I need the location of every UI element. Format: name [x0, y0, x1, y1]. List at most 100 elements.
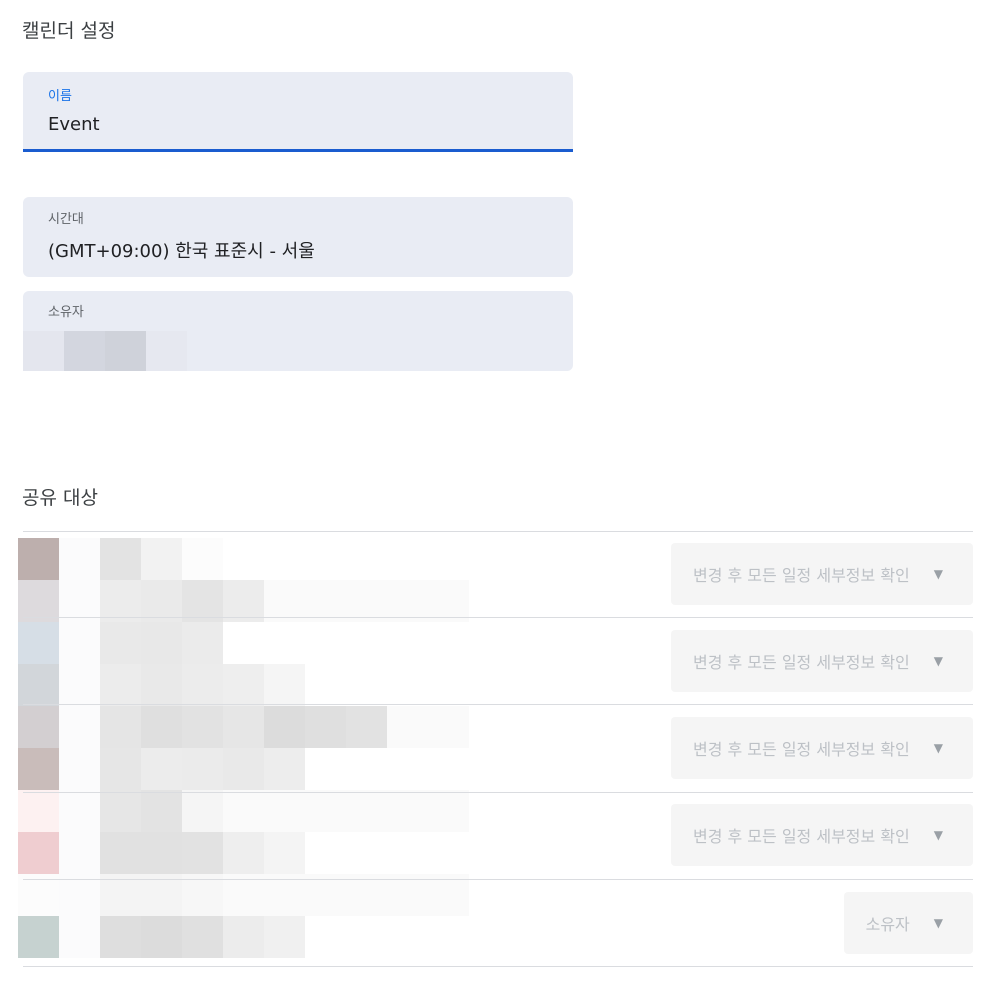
divider	[23, 966, 973, 967]
redacted-pixel	[18, 748, 59, 790]
divider	[23, 879, 973, 880]
caret-down-icon: ▼	[933, 916, 943, 930]
redacted-pixel	[100, 748, 141, 790]
caret-down-icon: ▼	[933, 741, 943, 755]
redacted-pixel	[18, 832, 59, 874]
calendar-settings-title: 캘린더 설정	[22, 20, 116, 42]
permission-label: 변경 후 모든 일정 세부정보 확인	[692, 653, 910, 672]
redacted-pixel	[346, 706, 387, 748]
permission-label: 변경 후 모든 일정 세부정보 확인	[692, 827, 910, 846]
permission-dropdown[interactable]: 변경 후 모든 일정 세부정보 확인 ▼	[670, 804, 973, 866]
redacted-pixel	[387, 580, 428, 622]
redacted-pixel	[182, 622, 223, 664]
redacted-pixel	[100, 874, 141, 916]
redacted-pixel	[18, 706, 59, 748]
redacted-pixel	[100, 580, 141, 622]
redacted-pixel	[182, 916, 223, 958]
timezone-label: 시간대	[48, 212, 84, 227]
redacted-pixel	[100, 664, 141, 706]
caret-down-icon: ▼	[933, 828, 943, 842]
redacted-pixel	[223, 580, 264, 622]
redacted-pixel	[100, 832, 141, 874]
redacted-pixel	[18, 790, 59, 832]
redacted-pixel	[141, 622, 182, 664]
owner-label: 소유자	[48, 305, 84, 320]
redacted-pixel	[141, 748, 182, 790]
redacted-pixel	[141, 874, 182, 916]
redacted-pixel	[182, 580, 223, 622]
redacted-pixel	[59, 706, 100, 748]
redacted-pixel	[305, 790, 346, 832]
redacted-pixel	[305, 706, 346, 748]
redacted-pixel	[141, 538, 182, 580]
divider	[23, 617, 973, 618]
redacted-pixel	[59, 538, 100, 580]
redacted-pixel	[18, 664, 59, 706]
redacted-pixel	[18, 538, 59, 580]
permission-dropdown[interactable]: 변경 후 모든 일정 세부정보 확인 ▼	[670, 717, 973, 779]
redacted-pixel	[59, 832, 100, 874]
redacted-pixel	[428, 706, 469, 748]
permission-label: 소유자	[865, 915, 910, 934]
name-label: 이름	[48, 89, 72, 104]
redacted-pixel	[223, 706, 264, 748]
permission-label: 변경 후 모든 일정 세부정보 확인	[692, 566, 910, 585]
redacted-pixel	[59, 790, 100, 832]
redacted-pixel	[100, 622, 141, 664]
redacted-pixel	[264, 790, 305, 832]
redacted-pixel	[141, 706, 182, 748]
permission-dropdown[interactable]: 변경 후 모든 일정 세부정보 확인 ▼	[670, 543, 973, 605]
redacted-pixel	[59, 874, 100, 916]
redacted-pixel	[18, 622, 59, 664]
divider	[23, 792, 973, 793]
redacted-pixel	[182, 664, 223, 706]
redacted-pixel	[59, 748, 100, 790]
redacted-pixel	[264, 580, 305, 622]
timezone-select[interactable]: 시간대 (GMT+09:00) 한국 표준시 - 서울	[23, 197, 573, 277]
redacted-pixel	[18, 580, 59, 622]
owner-field: 소유자	[23, 291, 573, 371]
name-field[interactable]: 이름 Event	[23, 72, 573, 152]
redacted-pixel	[305, 580, 346, 622]
redacted-pixel	[182, 748, 223, 790]
redacted-pixel	[141, 664, 182, 706]
redacted-pixel	[100, 790, 141, 832]
redacted-pixel	[223, 832, 264, 874]
redacted-pixel	[264, 664, 305, 706]
redacted-pixel	[387, 790, 428, 832]
shared-with-title: 공유 대상	[22, 487, 98, 509]
caret-down-icon: ▼	[933, 654, 943, 668]
redacted-pixel	[182, 832, 223, 874]
divider	[23, 531, 973, 532]
redacted-pixel	[100, 538, 141, 580]
redacted-pixel	[59, 916, 100, 958]
redacted-pixel	[141, 790, 182, 832]
redacted-pixel	[346, 790, 387, 832]
redacted-pixel	[182, 706, 223, 748]
redacted-pixel	[264, 748, 305, 790]
redacted-pixel	[346, 874, 387, 916]
redacted-pixel	[100, 916, 141, 958]
redacted-pixel	[264, 874, 305, 916]
redacted-pixel	[223, 664, 264, 706]
redacted-pixel	[223, 748, 264, 790]
redacted-pixel	[428, 790, 469, 832]
redacted-pixel	[223, 916, 264, 958]
redacted-pixel	[264, 916, 305, 958]
redacted-pixel	[428, 580, 469, 622]
divider	[23, 704, 973, 705]
redacted-pixel	[305, 874, 346, 916]
redacted-pixel	[346, 580, 387, 622]
redacted-pixel	[182, 790, 223, 832]
permission-dropdown[interactable]: 소유자 ▼	[843, 892, 973, 954]
redacted-pixel	[59, 622, 100, 664]
redacted-pixel	[141, 832, 182, 874]
timezone-value: (GMT+09:00) 한국 표준시 - 서울	[48, 241, 315, 262]
redacted-pixel	[264, 832, 305, 874]
permission-label: 변경 후 모든 일정 세부정보 확인	[692, 740, 910, 759]
redacted-pixel	[387, 706, 428, 748]
redacted-pixel	[182, 874, 223, 916]
permission-dropdown[interactable]: 변경 후 모든 일정 세부정보 확인 ▼	[670, 630, 973, 692]
redacted-pixel	[387, 874, 428, 916]
name-input[interactable]: Event	[48, 114, 100, 135]
